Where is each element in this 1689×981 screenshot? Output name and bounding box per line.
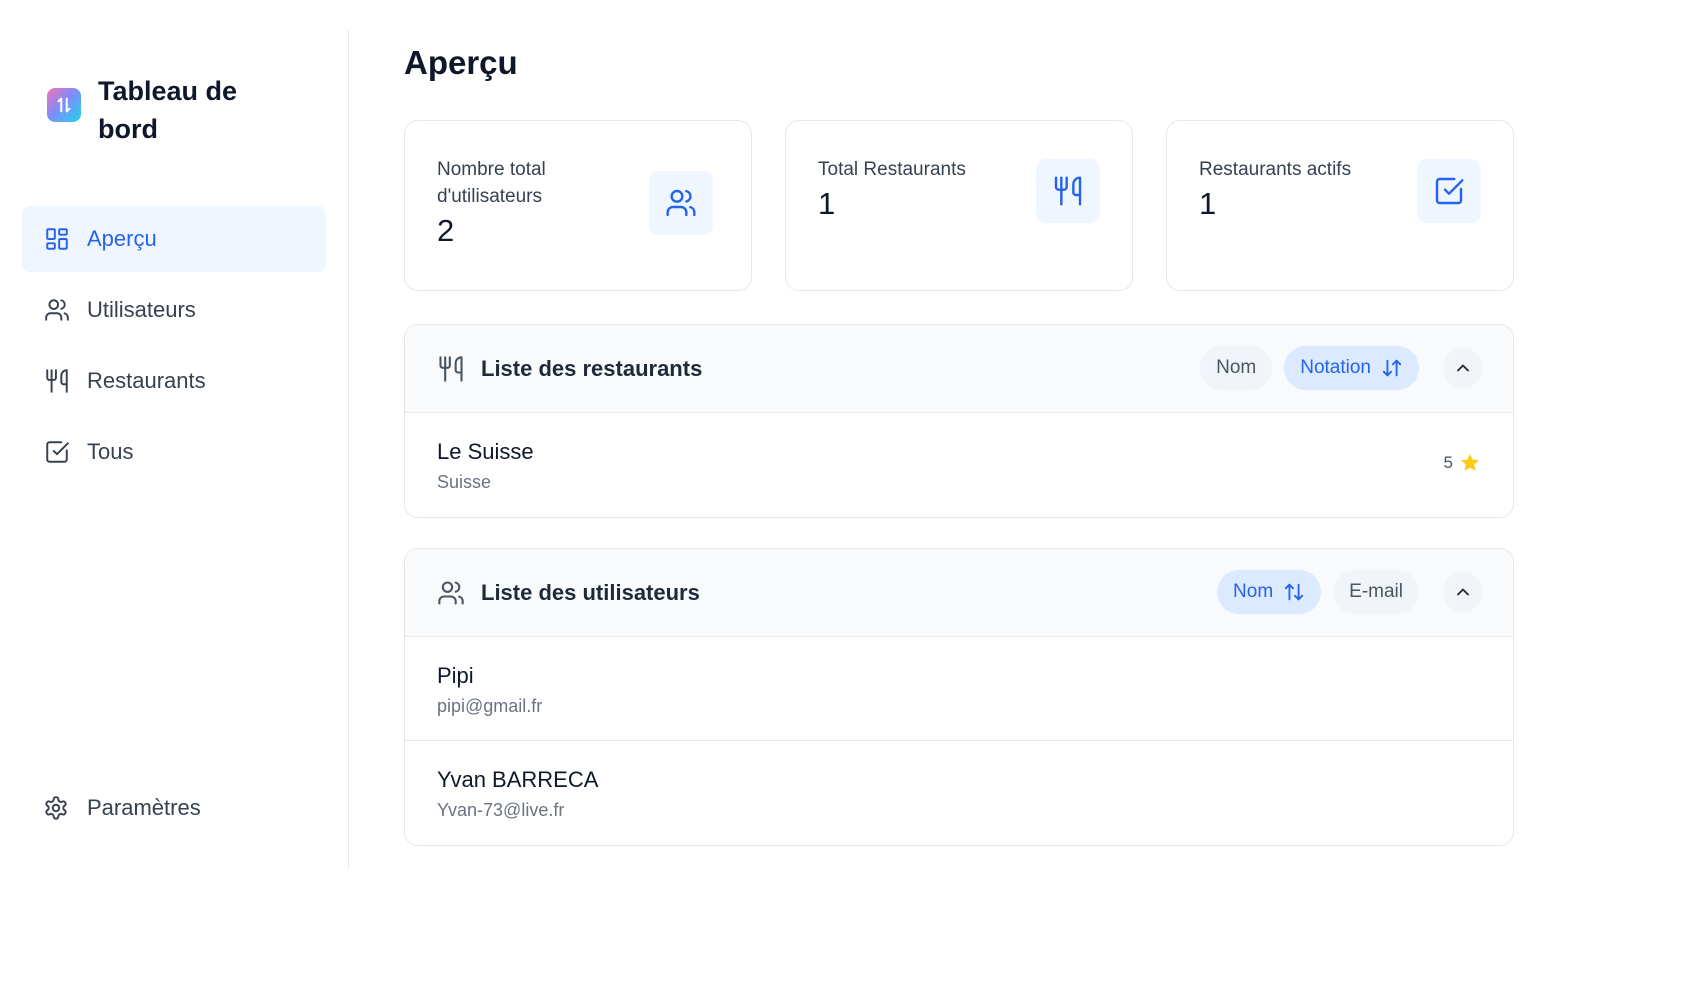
users-icon <box>43 296 71 324</box>
stat-value: 1 <box>1199 186 1217 221</box>
sort-by-rating-button[interactable]: Notation <box>1284 346 1419 390</box>
stat-card-total-restaurants: Total Restaurants 1 <box>785 120 1133 291</box>
stats-row: Nombre total d'utilisateurs 2 Total Rest… <box>404 120 1514 291</box>
settings-label: Paramètres <box>87 795 201 820</box>
sidebar-item-parametres[interactable]: Paramètres <box>22 778 326 838</box>
user-email: Yvan-73@live.fr <box>437 800 565 820</box>
check-square-icon <box>43 438 71 466</box>
chip-label: E-mail <box>1349 581 1403 602</box>
sort-controls: Nom E-mail <box>1217 570 1483 614</box>
sidebar-item-label: Aperçu <box>87 226 157 251</box>
stat-value: 1 <box>818 186 836 221</box>
utensils-icon <box>43 367 71 395</box>
user-row[interactable]: Pipi pipi@gmail.fr <box>405 637 1513 741</box>
users-icon <box>437 579 465 607</box>
app-logo-icon <box>47 88 81 122</box>
chip-label: Notation <box>1300 357 1371 378</box>
panel-title: Liste des restaurants <box>481 355 703 381</box>
chip-label: Nom <box>1216 357 1257 378</box>
stat-label: Nombre total d'utilisateurs <box>437 159 546 207</box>
rating-value: 5 <box>1443 453 1453 472</box>
user-email: pipi@gmail.fr <box>437 696 543 716</box>
sidebar-item-apercu[interactable]: Aperçu <box>22 206 326 272</box>
sidebar-item-utilisateurs[interactable]: Utilisateurs <box>22 277 326 343</box>
users-icon <box>649 171 713 235</box>
sort-asc-icon <box>1283 581 1305 603</box>
gear-icon <box>43 794 71 822</box>
stat-card-active-restaurants: Restaurants actifs 1 <box>1166 120 1514 291</box>
sidebar: Tableau de bord Aperçu Utilisateurs Rest… <box>0 30 349 868</box>
layout-grid-icon <box>43 225 71 253</box>
brand[interactable]: Tableau de bord <box>47 72 268 148</box>
chevron-up-icon <box>1457 588 1469 596</box>
sidebar-nav: Aperçu Utilisateurs Restaurants Tous <box>22 206 326 490</box>
stat-label: Total Restaurants <box>818 159 966 180</box>
sort-by-email-button[interactable]: E-mail <box>1333 570 1419 614</box>
sort-by-name-button[interactable]: Nom <box>1217 570 1322 614</box>
sidebar-item-label: Restaurants <box>87 368 206 393</box>
utensils-icon <box>1036 159 1100 223</box>
sort-controls: Nom Notation <box>1200 346 1483 390</box>
brand-title: Tableau de bord <box>98 76 238 144</box>
user-row[interactable]: Yvan BARRECA Yvan-73@live.fr <box>405 741 1513 845</box>
utensils-icon <box>437 355 465 383</box>
stat-label: Restaurants actifs <box>1199 159 1352 180</box>
restaurants-panel: Liste des restaurants Nom Notation Le Su… <box>404 324 1514 518</box>
sidebar-item-restaurants[interactable]: Restaurants <box>22 348 326 414</box>
chip-label: Nom <box>1233 581 1274 602</box>
restaurant-rating: 5 <box>1444 452 1481 474</box>
sidebar-item-tous[interactable]: Tous <box>22 419 326 485</box>
collapse-restaurants-button[interactable] <box>1443 348 1483 388</box>
stat-value: 2 <box>437 213 455 248</box>
check-square-icon <box>1417 159 1481 223</box>
page-title: Aperçu <box>404 44 518 81</box>
users-panel-header: Liste des utilisateurs Nom E-mail <box>405 549 1513 637</box>
stat-card-total-users: Nombre total d'utilisateurs 2 <box>404 120 752 291</box>
dashboard-app: Tableau de bord Aperçu Utilisateurs Rest… <box>0 0 1689 981</box>
sidebar-item-label: Tous <box>87 439 134 464</box>
sidebar-item-label: Utilisateurs <box>87 297 196 322</box>
restaurant-row[interactable]: Le Suisse Suisse 5 <box>405 413 1513 517</box>
restaurant-cuisine: Suisse <box>437 472 492 492</box>
restaurant-name: Le Suisse <box>437 439 534 464</box>
chevron-up-icon <box>1457 364 1469 372</box>
user-name: Yvan BARRECA <box>437 767 599 792</box>
sort-desc-icon <box>1381 357 1403 379</box>
collapse-users-button[interactable] <box>1443 572 1483 612</box>
sort-by-name-button[interactable]: Nom <box>1200 346 1273 390</box>
users-panel: Liste des utilisateurs Nom E-mail Pipi p… <box>404 548 1514 846</box>
panel-title: Liste des utilisateurs <box>481 579 700 605</box>
star-icon <box>1459 452 1481 474</box>
restaurants-panel-header: Liste des restaurants Nom Notation <box>405 325 1513 413</box>
user-name: Pipi <box>437 663 474 688</box>
